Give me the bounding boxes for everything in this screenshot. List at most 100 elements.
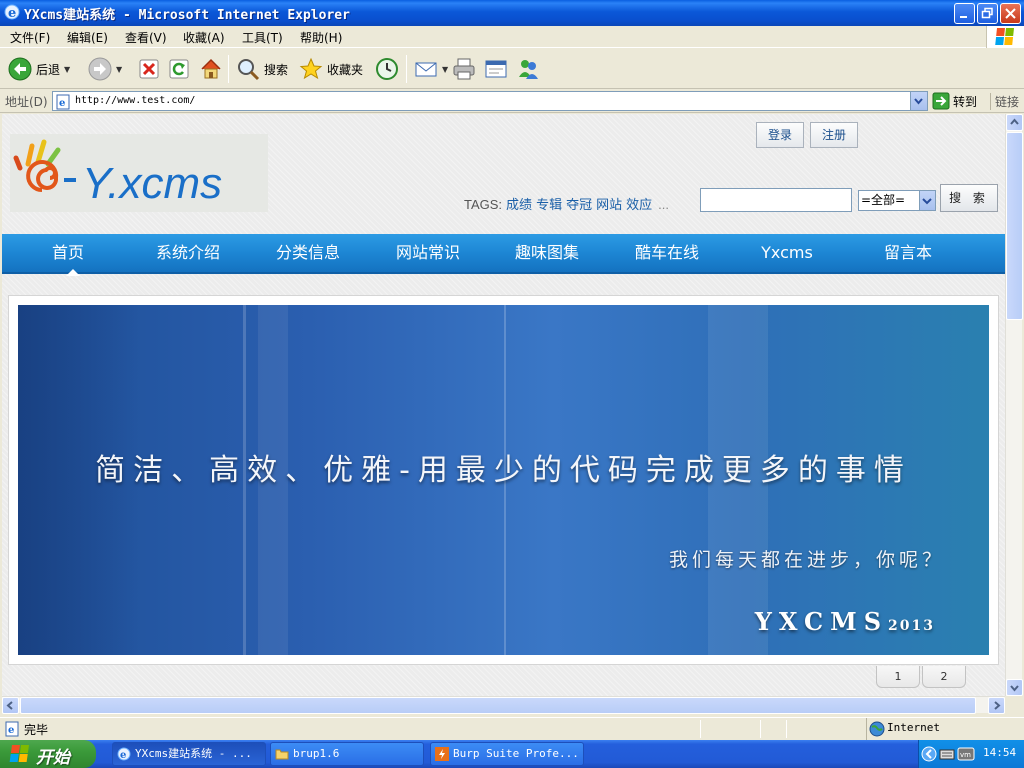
star-icon: [299, 57, 323, 80]
toolbar: 后退 ▼ ▼ 搜索 收藏夹 ▼: [0, 49, 1024, 89]
go-button[interactable]: 转到: [932, 92, 977, 110]
task-burp[interactable]: Burp Suite Profe...: [430, 742, 584, 766]
svg-text:e: e: [8, 725, 14, 736]
nav-label: 首页: [51, 243, 84, 262]
main-nav: 首页 系统介绍 分类信息 网站常识 趣味图集 酷车在线 Yxcms 留言本: [2, 234, 1005, 276]
forward-arrow-icon: [88, 57, 112, 81]
forward-dropdown-icon[interactable]: ▼: [116, 65, 122, 74]
menu-file[interactable]: 文件(F): [10, 29, 50, 46]
chevron-right-icon: [994, 701, 1001, 710]
menu-edit[interactable]: 编辑(E): [67, 29, 108, 46]
address-label: 地址(D): [5, 95, 48, 109]
back-arrow-icon: [8, 57, 32, 81]
menu-view[interactable]: 查看(V): [125, 29, 167, 46]
start-label: 开始: [36, 748, 70, 768]
nav-item-cars[interactable]: 酷车在线: [607, 234, 727, 274]
nav-item-home[interactable]: 首页: [8, 234, 128, 276]
menu-favorites[interactable]: 收藏(A): [183, 29, 225, 46]
messenger-button[interactable]: [516, 55, 540, 83]
ie-icon: e: [117, 747, 131, 761]
register-button[interactable]: 注册: [810, 122, 858, 148]
slide-page-2[interactable]: 2: [922, 666, 966, 688]
vmware-icon[interactable]: vm: [957, 746, 975, 762]
home-button[interactable]: [199, 55, 223, 83]
globe-icon: [869, 721, 885, 737]
nav-label: 系统介绍: [155, 243, 220, 262]
scroll-left-button[interactable]: [2, 697, 19, 714]
nav-item-guestbook[interactable]: 留言本: [848, 234, 968, 274]
tag-link[interactable]: 夺冠: [566, 197, 592, 212]
scroll-right-button[interactable]: [988, 697, 1005, 714]
nav-item-classifieds[interactable]: 分类信息: [248, 234, 368, 274]
printer-icon: [453, 58, 475, 80]
title-bar: e YXcms建站系统 - Microsoft Internet Explore…: [0, 0, 1024, 26]
mail-button[interactable]: ▼: [414, 55, 448, 83]
close-button[interactable]: [1000, 3, 1021, 24]
search-icon: [238, 59, 260, 81]
slide-page-1[interactable]: 1: [876, 666, 920, 688]
task-folder[interactable]: brup1.6: [270, 742, 424, 766]
menu-tools[interactable]: 工具(T): [242, 29, 283, 46]
tag-link[interactable]: 专辑: [536, 197, 562, 212]
refresh-button[interactable]: [168, 55, 190, 83]
toolbar-separator: [406, 55, 407, 83]
mail-dropdown-icon[interactable]: ▼: [442, 65, 448, 74]
nav-item-yxcms[interactable]: Yxcms: [727, 234, 847, 274]
task-ie-window[interactable]: e YXcms建站系统 - ...: [112, 742, 266, 766]
tags-more[interactable]: ...: [658, 197, 669, 212]
tag-link[interactable]: 成绩: [506, 197, 532, 212]
menu-help[interactable]: 帮助(H): [300, 29, 342, 46]
search-scope-select[interactable]: =全部=: [858, 190, 936, 211]
favorites-button[interactable]: 收藏夹: [299, 55, 363, 83]
forward-button[interactable]: ▼: [88, 55, 122, 83]
nav-item-tips[interactable]: 网站常识: [368, 234, 488, 274]
scroll-down-button[interactable]: [1006, 679, 1023, 696]
banner-brand: YXCMS2013: [755, 607, 935, 636]
address-input[interactable]: e http://www.test.com/: [52, 91, 928, 111]
folder-icon: [275, 749, 289, 760]
clock[interactable]: 14:54: [983, 746, 1016, 759]
stop-button[interactable]: [138, 55, 160, 83]
chevron-down-icon: [1010, 685, 1019, 692]
history-button[interactable]: [375, 55, 399, 83]
taskbar: 开始 e YXcms建站系统 - ... brup1.6 Burp Suite …: [0, 740, 1024, 768]
go-label: 转到: [953, 94, 978, 109]
start-button[interactable]: 开始: [0, 740, 96, 768]
scroll-up-button[interactable]: [1006, 114, 1023, 131]
banner-slide[interactable]: 简洁、高效、优雅-用最少的代码完成更多的事情 我们每天都在进步，你呢？ YXCM…: [18, 305, 989, 655]
banner-brand-year: 2013: [888, 618, 935, 634]
tray-expand-icon[interactable]: [921, 746, 937, 762]
stop-icon: [139, 59, 159, 79]
nav-item-about[interactable]: 系统介绍: [128, 234, 248, 274]
tag-link[interactable]: 网站: [596, 197, 622, 212]
nav-item-gallery[interactable]: 趣味图集: [487, 234, 607, 274]
back-dropdown-icon[interactable]: ▼: [64, 65, 70, 74]
tags-bar: TAGS: 成绩 专辑 夺冠 网站 效应...: [464, 194, 669, 213]
vertical-scrollbar[interactable]: [1005, 114, 1023, 696]
tag-link[interactable]: 效应: [626, 197, 652, 212]
keyboard-icon[interactable]: [939, 747, 955, 761]
mail-icon: [415, 62, 437, 77]
back-label: 后退: [36, 62, 61, 77]
vertical-scroll-thumb[interactable]: [1006, 132, 1023, 320]
site-search-input[interactable]: [700, 188, 852, 212]
address-bar: 地址(D) e http://www.test.com/ 转到 链接: [0, 89, 1024, 113]
address-dropdown-button[interactable]: [910, 92, 927, 110]
edit-button[interactable]: [484, 55, 508, 83]
site-search-button[interactable]: 搜 索: [940, 184, 998, 212]
security-zone: Internet: [866, 718, 1024, 740]
search-button[interactable]: 搜索: [236, 55, 288, 83]
scope-dropdown-button[interactable]: [919, 191, 935, 210]
print-button[interactable]: [452, 55, 476, 83]
horizontal-scroll-thumb[interactable]: [20, 697, 976, 714]
back-button[interactable]: 后退 ▼: [8, 55, 70, 83]
login-button[interactable]: 登录: [756, 122, 804, 148]
restore-button[interactable]: [977, 3, 998, 24]
zone-label: Internet: [887, 721, 940, 734]
banner-brand-name: YXCMS: [754, 607, 889, 636]
nav-label: 留言本: [883, 243, 932, 262]
minimize-button[interactable]: [954, 3, 975, 24]
links-toolbar[interactable]: 链接: [990, 93, 1019, 110]
horizontal-scrollbar[interactable]: [2, 696, 1005, 714]
site-logo[interactable]: Y.xcms: [10, 134, 268, 212]
